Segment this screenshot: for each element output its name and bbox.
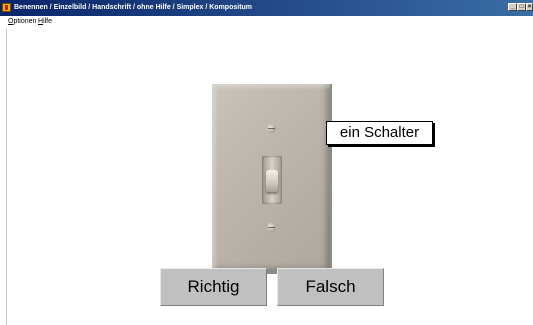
word-label: ein Schalter (326, 121, 433, 145)
toggle-lever (266, 170, 278, 192)
app-window: Benennen / Einzelbild / Handschrift / oh… (0, 0, 533, 325)
title-bar: Benennen / Einzelbild / Handschrift / oh… (0, 0, 533, 16)
screw-bottom-icon (267, 223, 276, 232)
menu-hilfe-label: ilfe (43, 18, 53, 25)
window-title: Benennen / Einzelbild / Handschrift / oh… (14, 4, 253, 11)
minimize-button[interactable]: _ (508, 3, 517, 11)
frame-left-edge (6, 28, 7, 325)
close-button[interactable]: × (526, 3, 533, 11)
richtig-button[interactable]: Richtig (160, 268, 267, 306)
menu-hilfe[interactable]: Hilfe (38, 16, 52, 28)
screw-top-icon (267, 124, 276, 133)
menu-optionen-label: ptionen (13, 18, 37, 25)
menu-bar: Optionen Hilfe (0, 16, 533, 28)
maximize-button[interactable]: □ (517, 3, 526, 11)
app-icon (2, 3, 11, 12)
falsch-button[interactable]: Falsch (277, 268, 384, 306)
menu-optionen[interactable]: Optionen (8, 16, 36, 28)
